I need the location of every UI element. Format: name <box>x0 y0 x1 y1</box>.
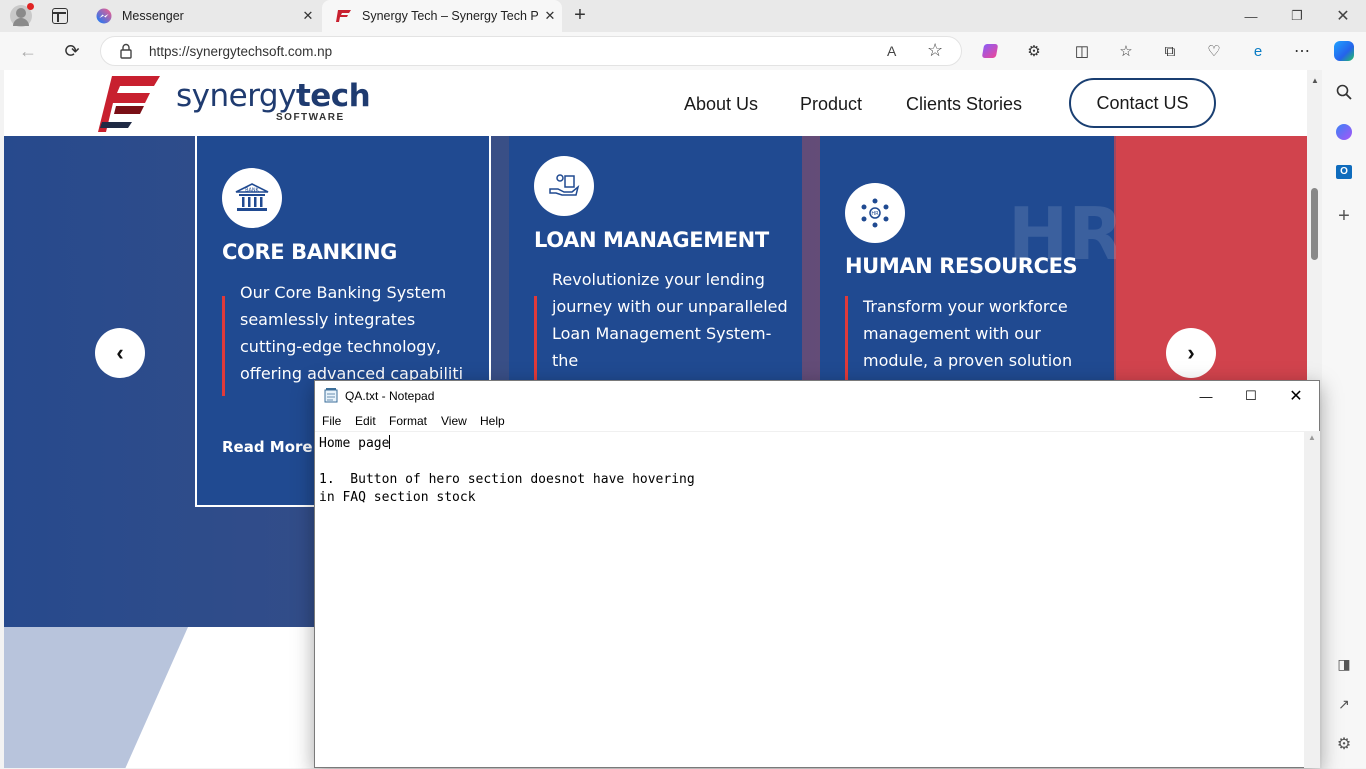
close-window-button[interactable]: ✕ <box>1320 0 1366 32</box>
browser-tab-strip: Messenger ✕ Synergy Tech – Synergy Tech … <box>0 0 1366 32</box>
copilot-icon[interactable] <box>1332 39 1356 63</box>
card-description: Revolutionize your lending journey with … <box>552 270 788 370</box>
logo-word-tech: tech <box>295 78 371 114</box>
card-title: LOAN MANAGEMENT <box>534 228 769 252</box>
notepad-scrollbar[interactable]: ▲ <box>1304 431 1320 768</box>
copilot-extension-icon[interactable] <box>978 39 1002 63</box>
scroll-up-icon[interactable]: ▲ <box>1311 76 1319 85</box>
address-bar[interactable]: https://synergytechsoft.com.np A ☆ <box>100 36 962 66</box>
browser-essentials-icon[interactable]: ♡ <box>1202 39 1226 63</box>
collections-icon[interactable]: ⧉ <box>1158 39 1182 63</box>
loan-hand-icon <box>534 156 594 216</box>
hr-network-icon: HR <box>845 183 905 243</box>
hide-sidebar-icon[interactable]: ◨ <box>1332 652 1356 676</box>
outlook-icon[interactable]: O <box>1332 160 1356 184</box>
menu-help[interactable]: Help <box>480 414 505 428</box>
tab-title: Synergy Tech – Synergy Tech Pvt. <box>362 9 538 23</box>
minimize-window-button[interactable]: — <box>1228 0 1274 32</box>
notepad-close-button[interactable]: ✕ <box>1273 381 1319 411</box>
tab-synergy[interactable]: Synergy Tech – Synergy Tech Pvt. ✕ <box>322 0 562 32</box>
browser-toolbar: ← ⟳ https://synergytechsoft.com.np A ☆ ⚙… <box>0 32 1366 70</box>
url-text: https://synergytechsoft.com.np <box>149 44 333 59</box>
card-accent-bar <box>534 296 537 386</box>
card-title: HUMAN RESOURCES <box>845 254 1078 278</box>
lock-icon[interactable] <box>119 43 133 59</box>
scroll-up-icon[interactable]: ▲ <box>1308 433 1316 442</box>
text-line: in FAQ section stock <box>319 490 476 505</box>
menu-format[interactable]: Format <box>389 414 427 428</box>
notepad-menubar: File Edit Format View Help <box>315 411 1319 431</box>
tab-messenger[interactable]: Messenger ✕ <box>82 0 320 32</box>
notepad-app-icon <box>324 388 338 403</box>
search-icon[interactable] <box>1332 80 1356 104</box>
svg-text:BANK: BANK <box>245 188 260 194</box>
card-accent-bar <box>222 296 225 396</box>
logo-subtitle: SOFTWARE <box>276 112 345 123</box>
text-line: Home page <box>319 436 390 451</box>
notepad-titlebar[interactable]: QA.txt - Notepad — ☐ ✕ <box>315 381 1319 411</box>
menu-file[interactable]: File <box>322 414 341 428</box>
more-menu-icon[interactable]: ⋯ <box>1290 39 1314 63</box>
tab-title: Messenger <box>122 9 184 23</box>
synergy-favicon-icon <box>336 8 352 24</box>
edge-sidebar: O + ◨ ↗ ⚙ <box>1322 70 1366 768</box>
carousel-prev-button[interactable]: ‹ <box>95 328 145 378</box>
scrollbar-thumb[interactable] <box>1311 188 1318 260</box>
menu-edit[interactable]: Edit <box>355 414 376 428</box>
back-icon[interactable]: ← <box>16 39 40 63</box>
notepad-maximize-button[interactable]: ☐ <box>1228 381 1274 411</box>
notepad-window: QA.txt - Notepad — ☐ ✕ File Edit Format … <box>314 380 1320 768</box>
notepad-text-area[interactable]: Home page 1. Button of hero section does… <box>315 431 1305 769</box>
restore-window-button[interactable]: ❐ <box>1274 0 1320 32</box>
bank-icon: BANK <box>222 168 282 228</box>
sidebar-settings-icon[interactable]: ⚙ <box>1332 732 1356 756</box>
text-line: 1. Button of hero section doesnot have h… <box>319 472 695 487</box>
card-description: Transform your workforce management with… <box>863 297 1073 370</box>
nav-clients-stories[interactable]: Clients Stories <box>906 94 1022 115</box>
card-accent-bar <box>845 296 848 386</box>
site-header: synergytech SOFTWARE About Us Product Cl… <box>4 70 1307 136</box>
logo-word-synergy: synergy <box>176 78 296 114</box>
extensions-icon[interactable]: ⚙ <box>1022 39 1046 63</box>
tab-actions-icon[interactable] <box>52 8 68 24</box>
logo-text[interactable]: synergytech <box>176 78 371 114</box>
nav-about-us[interactable]: About Us <box>684 94 758 115</box>
favorites-icon[interactable]: ☆ <box>1114 39 1138 63</box>
synergy-logo-icon[interactable] <box>98 76 160 132</box>
contact-us-button[interactable]: Contact US <box>1069 78 1216 128</box>
open-external-icon[interactable]: ↗ <box>1332 692 1356 716</box>
split-screen-icon[interactable]: ◫ <box>1070 39 1094 63</box>
favorite-star-icon[interactable]: ☆ <box>927 40 943 61</box>
edge-icon[interactable]: e <box>1246 39 1270 63</box>
nav-product[interactable]: Product <box>800 94 862 115</box>
carousel-next-button[interactable]: › <box>1166 328 1216 378</box>
notepad-minimize-button[interactable]: — <box>1183 381 1229 411</box>
read-aloud-icon[interactable]: A <box>887 43 896 59</box>
card-description: Our Core Banking System seamlessly integ… <box>240 283 464 383</box>
messenger-icon <box>96 8 112 24</box>
menu-view[interactable]: View <box>441 414 467 428</box>
card-title: CORE BANKING <box>222 240 398 264</box>
text-caret <box>389 435 391 449</box>
close-tab-icon[interactable]: ✕ <box>296 8 320 24</box>
refresh-icon[interactable]: ⟳ <box>60 39 84 63</box>
profile-avatar[interactable] <box>10 3 34 27</box>
read-more-link[interactable]: Read More <box>222 438 313 456</box>
add-sidebar-app-icon[interactable]: + <box>1332 204 1356 228</box>
new-tab-button[interactable]: + <box>568 4 592 28</box>
svg-text:HR: HR <box>871 211 879 217</box>
copilot-sidebar-icon[interactable] <box>1332 120 1356 144</box>
notepad-title: QA.txt - Notepad <box>345 389 435 403</box>
close-tab-icon[interactable]: ✕ <box>538 8 562 24</box>
